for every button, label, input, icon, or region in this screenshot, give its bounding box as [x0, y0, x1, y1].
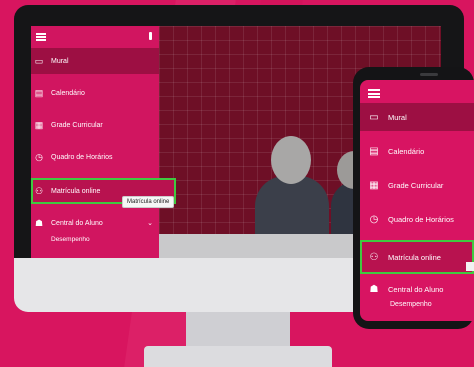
hamburger-menu-icon[interactable]: [36, 33, 46, 41]
tooltip-fragment: [466, 262, 474, 271]
menu-item-label: Quadro de Horários: [51, 153, 113, 161]
calendar-icon: ▤: [34, 87, 44, 98]
clock-icon: ◷: [369, 213, 379, 225]
phone-screen: ▭ Mural ▤ Calendário ▦ Grade Curricular …: [360, 80, 474, 321]
phone-menu-item-calendario[interactable]: ▤ Calendário: [360, 137, 474, 165]
desktop-menu-item-quadro-de-horarios[interactable]: ◷ Quadro de Horários: [31, 144, 159, 170]
phone-submenu-desempenho[interactable]: Desempenho: [390, 301, 432, 308]
menu-item-label: Grade Curricular: [388, 180, 444, 190]
menu-item-label: Matrícula online: [388, 252, 441, 262]
menu-item-label: Quadro de Horários: [388, 214, 454, 224]
phone-speaker: [420, 73, 438, 76]
desktop-topbar: [31, 26, 159, 48]
menu-item-label: Matrícula online: [51, 187, 101, 195]
monitor-icon: ▭: [34, 55, 44, 66]
chevron-down-icon[interactable]: ⌄: [147, 219, 153, 227]
calendar-icon: ▤: [369, 145, 379, 157]
phone-menu-item-central-do-aluno[interactable]: ☗ Central do Aluno: [360, 275, 474, 303]
clock-icon: ◷: [35, 151, 43, 162]
menu-item-label: Mural: [388, 112, 407, 122]
desktop-menu-item-calendario[interactable]: ▤ Calendário: [31, 80, 159, 106]
menu-item-label: Calendário: [388, 146, 425, 156]
monitor-icon: ▭: [369, 111, 379, 123]
more-options-icon[interactable]: [149, 32, 152, 40]
student-icon: ☗: [34, 217, 44, 228]
monitor-stand-base: [144, 346, 332, 367]
phone-menu-item-grade-curricular[interactable]: ▦ Grade Curricular: [360, 171, 474, 199]
desktop-sidebar: ▭ Mural ▤ Calendário ▦ Grade Curricular …: [31, 26, 176, 258]
desktop-menu-item-mural[interactable]: ▭ Mural: [31, 48, 159, 74]
grid-icon: ▦: [34, 119, 44, 130]
phone-menu-item-matricula-online[interactable]: ⚇ Matrícula online: [360, 240, 474, 274]
menu-item-label: Central do Aluno: [388, 284, 444, 294]
phone-menu-item-quadro-de-horarios[interactable]: ◷ Quadro de Horários: [360, 205, 474, 233]
menu-item-label: Mural: [51, 57, 69, 65]
phone-menu-item-mural[interactable]: ▭ Mural: [360, 103, 474, 131]
menu-item-label: Central do Aluno: [51, 219, 103, 227]
grid-icon: ▦: [369, 179, 379, 191]
student-icon: ☗: [369, 283, 379, 295]
tooltip: Matrícula online: [122, 196, 175, 208]
person-head: [271, 136, 311, 184]
menu-item-label: Calendário: [51, 89, 85, 97]
menu-item-label: Grade Curricular: [51, 121, 103, 129]
hamburger-menu-icon[interactable]: [368, 89, 380, 98]
user-plus-icon: ⚇: [369, 251, 379, 263]
desktop-menu-item-central-do-aluno[interactable]: ☗ Central do Aluno ⌄: [31, 210, 159, 236]
desktop-menu-item-grade-curricular[interactable]: ▦ Grade Curricular: [31, 112, 159, 138]
desktop-submenu-desempenho[interactable]: Desempenho: [51, 236, 90, 243]
user-plus-icon: ⚇: [34, 185, 44, 196]
